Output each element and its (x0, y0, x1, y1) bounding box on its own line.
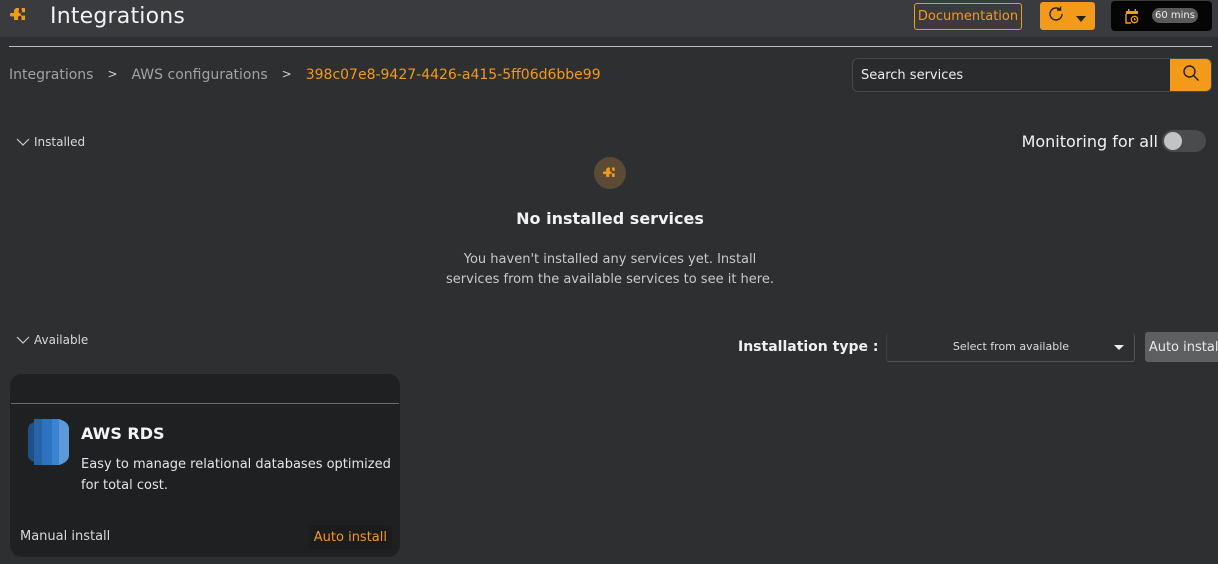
service-description: Easy to manage relational databases opti… (81, 457, 391, 493)
refresh-icon (1046, 4, 1066, 28)
chevron-down-icon (16, 135, 30, 149)
time-range-value: 60 mins (1152, 8, 1198, 23)
installation-type-value: Select from available (952, 340, 1070, 353)
breadcrumb-item-current: 398c07e8-9427-4426-a415-5ff06d6bbe99 (305, 67, 601, 83)
monitoring-for-all: Monitoring for all (1022, 130, 1206, 152)
page-title: Integrations (50, 4, 186, 29)
auto-install-button[interactable]: Auto install (1145, 332, 1218, 362)
monitoring-toggle[interactable] (1162, 130, 1206, 152)
caret-down-icon[interactable] (1076, 7, 1086, 26)
installation-type-label: Installation type : (738, 339, 879, 355)
installed-section-label: Installed (34, 135, 86, 149)
breadcrumb-item-integrations[interactable]: Integrations (9, 67, 93, 83)
manual-install-button[interactable]: Manual install (20, 529, 110, 544)
refresh-button[interactable] (1040, 2, 1095, 30)
time-range-picker[interactable]: 60 mins (1111, 1, 1212, 31)
aws-rds-icon (28, 419, 69, 469)
installation-type-control: Installation type : Select from availabl… (738, 332, 1218, 362)
service-auto-install-button[interactable]: Auto install (308, 525, 392, 549)
available-section-label: Available (34, 333, 89, 347)
breadcrumb-separator: > (281, 67, 292, 81)
available-section-toggle[interactable]: Available (16, 333, 88, 347)
service-name: AWS RDS (81, 424, 165, 443)
empty-state-description: You haven't installed any services yet. … (446, 252, 774, 287)
installed-section-toggle[interactable]: Installed (16, 135, 85, 149)
header-divider (9, 46, 1212, 47)
toggle-knob (1164, 132, 1182, 150)
empty-state: No installed services You haven't instal… (420, 157, 800, 290)
installation-type-select[interactable]: Select from available (886, 332, 1136, 362)
search-icon (1182, 64, 1200, 86)
top-bar: Integrations Documentation 60 mins (0, 0, 1218, 37)
search-input[interactable] (853, 59, 1171, 91)
breadcrumb-separator: > (107, 67, 118, 81)
card-divider (11, 403, 399, 404)
breadcrumb-item-aws-configurations[interactable]: AWS configurations (132, 67, 268, 83)
search-button[interactable] (1170, 59, 1211, 91)
puzzle-piece-icon (594, 157, 626, 189)
breadcrumb: Integrations > AWS configurations > 398c… (9, 67, 601, 83)
monitoring-label: Monitoring for all (1021, 131, 1158, 151)
documentation-button[interactable]: Documentation (914, 3, 1022, 30)
chevron-down-icon (16, 333, 30, 347)
caret-down-icon (1114, 344, 1125, 350)
search-box (852, 58, 1212, 92)
service-card[interactable]: AWS RDS Easy to manage relational databa… (10, 374, 400, 557)
empty-state-title: No installed services (516, 209, 704, 228)
calendar-clock-icon (1125, 9, 1139, 28)
puzzle-piece-icon (9, 6, 28, 24)
